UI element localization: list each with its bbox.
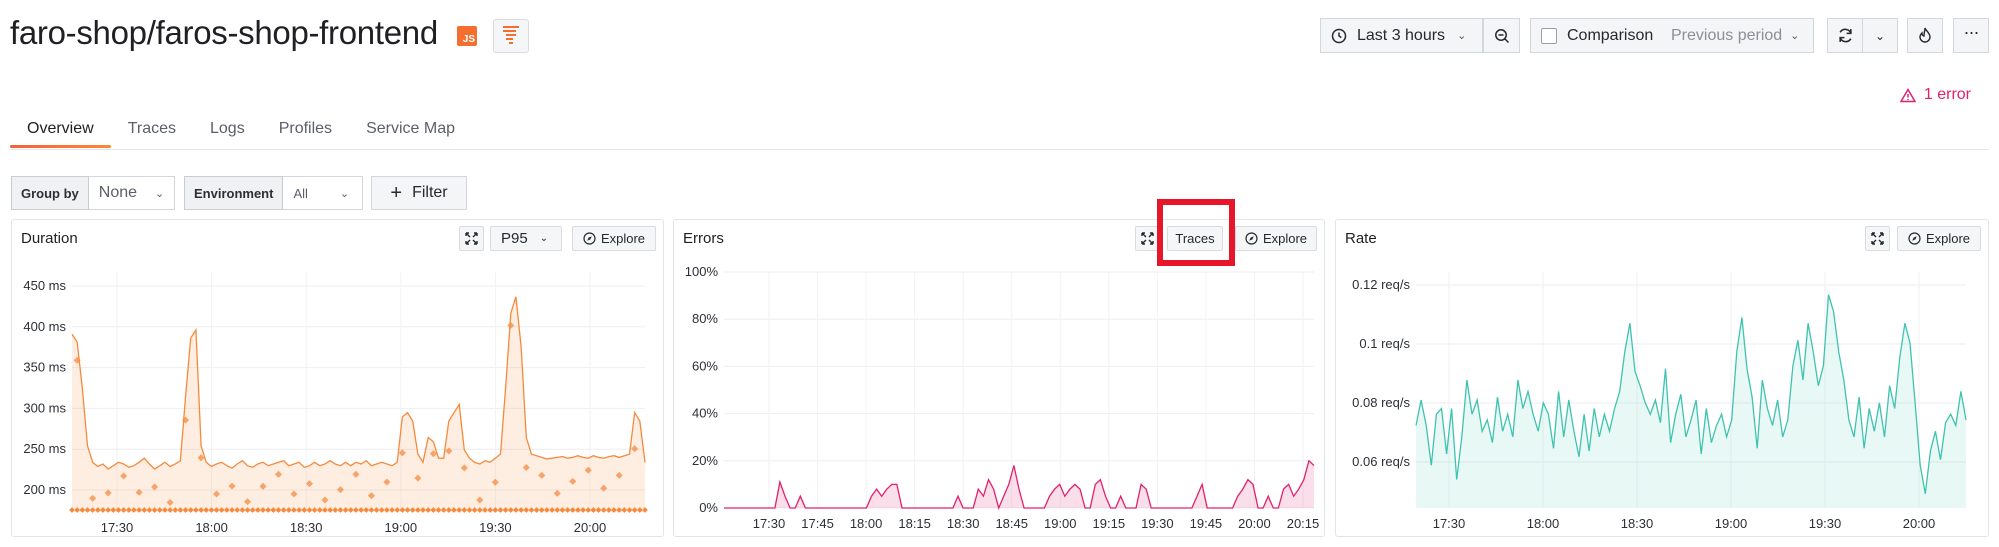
y-tick-label: 0.1 req/s xyxy=(1359,336,1410,351)
x-tick-label: 19:30 xyxy=(1809,516,1842,531)
comparison-toggle[interactable]: Comparison xyxy=(1530,18,1663,53)
x-tick-label: 17:30 xyxy=(753,516,786,531)
x-tick-label: 18:00 xyxy=(850,516,883,531)
chevron-down-icon: ⌄ xyxy=(1874,28,1886,43)
x-tick-label: 18:00 xyxy=(195,520,228,535)
more-options-button[interactable]: ··· xyxy=(1953,18,1989,53)
x-tick-label: 17:30 xyxy=(101,520,134,535)
x-tick-label: 17:30 xyxy=(1433,516,1466,531)
y-tick-label: 0% xyxy=(699,500,718,515)
chevron-down-icon: ⌄ xyxy=(155,187,165,200)
error-count-label: 1 error xyxy=(1923,86,1971,103)
environment-value: All xyxy=(293,185,308,201)
comparison-label: Comparison xyxy=(1567,26,1654,44)
refresh-button[interactable] xyxy=(1827,18,1863,53)
warning-triangle-icon xyxy=(1899,87,1916,102)
duration-panel: Duration P95 ⌄ Explore 450 ms 400 ms 350 m… xyxy=(11,219,664,537)
x-tick-label: 20:00 xyxy=(1238,516,1271,531)
errors-panel: Errors Traces Explore 100% 80% 60% 40% 20% 0%… xyxy=(673,219,1325,537)
time-range-label: Last 3 hours xyxy=(1357,26,1446,44)
javascript-icon: JS xyxy=(457,26,477,46)
series-area xyxy=(724,460,1314,508)
environment-filter: Environment All ⌄ xyxy=(184,176,364,210)
refresh-interval-button[interactable]: ⌄ xyxy=(1862,18,1898,53)
group-by-filter: Group by None ⌄ xyxy=(11,176,175,210)
clock-icon xyxy=(1331,28,1347,43)
tab-profiles[interactable]: Profiles xyxy=(262,118,349,148)
group-by-value: None xyxy=(98,184,138,201)
x-tick-label: 19:15 xyxy=(1093,516,1126,531)
y-tick-label: 80% xyxy=(692,311,718,326)
x-tick-label: 19:45 xyxy=(1190,516,1223,531)
x-tick-label: 18:30 xyxy=(947,516,980,531)
y-tick-label: 0.12 req/s xyxy=(1352,277,1410,292)
y-tick-label: 40% xyxy=(692,406,718,421)
group-by-select[interactable]: None ⌄ xyxy=(88,176,175,210)
y-tick-label: 0.08 req/s xyxy=(1352,395,1410,410)
zoom-out-icon xyxy=(1494,28,1509,43)
y-tick-label: 400 ms xyxy=(23,319,66,334)
page-title: faro-shop/faros-shop-frontend xyxy=(10,14,438,51)
plus-icon: + xyxy=(390,182,403,204)
environment-label: Environment xyxy=(184,176,284,210)
refresh-icon xyxy=(1838,28,1852,43)
add-filter-button[interactable]: + Filter xyxy=(371,176,467,210)
chevron-down-icon: ⌄ xyxy=(1457,30,1467,42)
rate-chart: 0.12 req/s 0.1 req/s 0.08 req/s 0.06 req/s 1… xyxy=(1352,272,1967,531)
group-by-label: Group by xyxy=(11,176,89,210)
tab-bar: Overview Traces Logs Profiles Service Ma… xyxy=(10,118,472,148)
x-tick-label: 19:00 xyxy=(385,520,418,535)
tabs-divider xyxy=(10,149,1989,150)
y-tick-label: 100% xyxy=(685,264,719,279)
series-area xyxy=(72,296,645,512)
x-tick-label: 18:30 xyxy=(290,520,323,535)
x-tick-label: 18:00 xyxy=(1527,516,1560,531)
x-tick-label: 20:15 xyxy=(1287,516,1320,531)
x-tick-label: 19:00 xyxy=(1044,516,1077,531)
more-icon: ··· xyxy=(1963,22,1980,42)
chevron-down-icon: ⌄ xyxy=(339,187,350,200)
tab-traces[interactable]: Traces xyxy=(111,118,193,148)
x-tick-label: 20:00 xyxy=(1903,516,1936,531)
environment-select[interactable]: All ⌄ xyxy=(283,176,364,210)
y-tick-label: 200 ms xyxy=(23,482,66,497)
x-tick-label: 18:45 xyxy=(995,516,1028,531)
y-tick-label: 350 ms xyxy=(23,360,66,375)
y-tick-label: 20% xyxy=(692,453,718,468)
comparison-period-select[interactable]: Previous period ⌄ xyxy=(1662,18,1814,53)
y-tick-label: 60% xyxy=(692,358,718,373)
x-tick-label: 19:30 xyxy=(1141,516,1174,531)
x-tick-label: 20:00 xyxy=(574,520,607,535)
duration-chart: 450 ms 400 ms 350 ms 300 ms 250 ms 200 ms 17:3… xyxy=(23,272,648,535)
rate-panel: Rate Explore 0.12 req/s 0.1 req/s 0.08 req… xyxy=(1335,219,1989,537)
add-filter-label: Filter xyxy=(412,184,448,201)
y-tick-label: 450 ms xyxy=(23,278,66,293)
chevron-down-icon: ⌄ xyxy=(1790,30,1800,42)
flame-icon xyxy=(1919,27,1931,43)
flame-button[interactable] xyxy=(1907,18,1943,53)
errors-chart: 100% 80% 60% 40% 20% 0% 17:30 17:45 18:00 18:15 18… xyxy=(685,264,1320,531)
x-tick-label: 18:15 xyxy=(898,516,931,531)
instrumentation-button[interactable] xyxy=(493,19,529,53)
tab-service-map[interactable]: Service Map xyxy=(349,118,472,148)
comparison-period-value: Previous period xyxy=(1671,26,1783,44)
y-tick-label: 250 ms xyxy=(23,441,66,456)
instrumentation-icon xyxy=(503,26,519,44)
tab-logs[interactable]: Logs xyxy=(193,118,262,148)
x-tick-label: 18:30 xyxy=(1621,516,1654,531)
x-tick-label: 19:00 xyxy=(1715,516,1748,531)
zoom-out-button[interactable] xyxy=(1483,18,1520,53)
traces-highlight-box xyxy=(1157,199,1235,266)
x-tick-label: 19:30 xyxy=(479,520,512,535)
y-tick-label: 0.06 req/s xyxy=(1352,454,1410,469)
comparison-checkbox[interactable] xyxy=(1541,27,1557,44)
error-count-link[interactable]: 1 error xyxy=(1899,86,1971,104)
x-tick-label: 17:45 xyxy=(801,516,834,531)
tab-overview[interactable]: Overview xyxy=(10,118,111,148)
y-tick-label: 300 ms xyxy=(23,400,66,415)
time-range-picker[interactable]: Last 3 hours ⌄ xyxy=(1320,18,1483,53)
series-line xyxy=(71,296,646,470)
